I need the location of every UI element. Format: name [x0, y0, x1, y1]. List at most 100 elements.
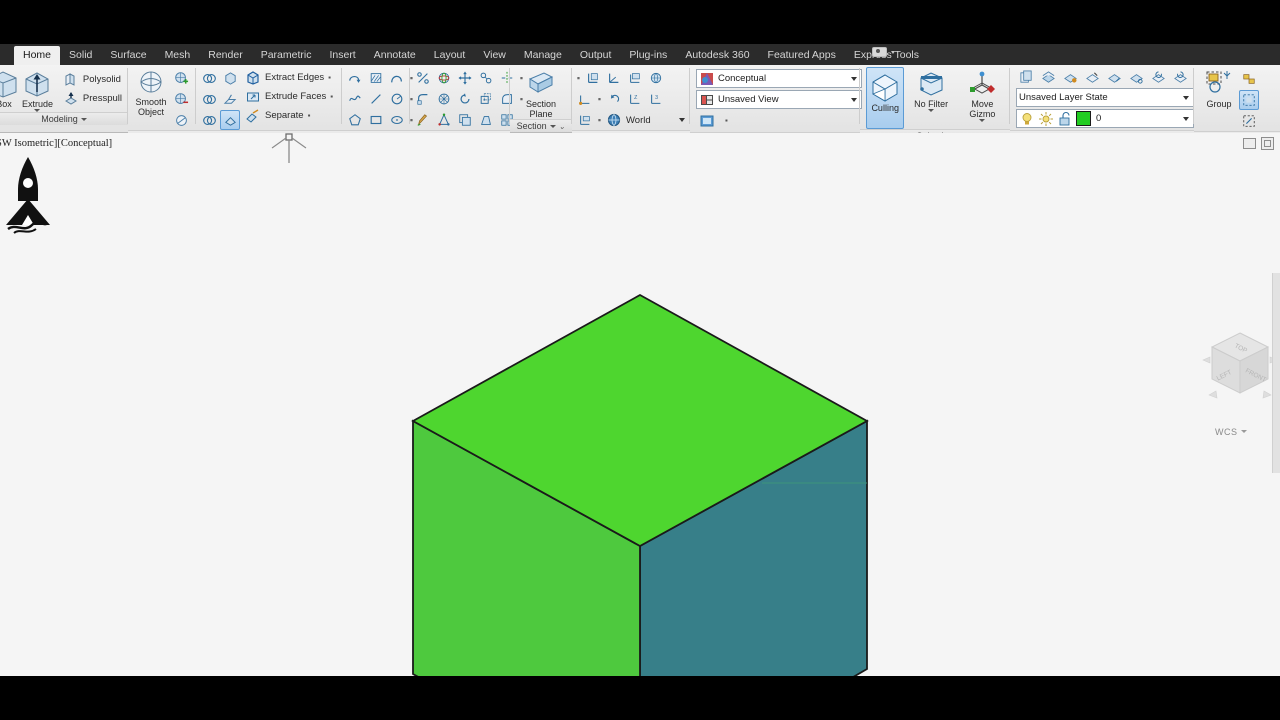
viewport-config-button[interactable]: Single viewport ▪	[696, 111, 862, 130]
layer-isolate-icon[interactable]	[1038, 67, 1058, 87]
smooth-less-icon[interactable]	[171, 89, 191, 109]
box-button[interactable]: Box	[0, 67, 19, 109]
drawing-canvas[interactable]: SW Isometric][Conceptual] TOP LEFT FRONT…	[0, 133, 1280, 676]
dropdown-dot-icon[interactable]: ▪	[725, 116, 728, 125]
circle-icon[interactable]	[387, 89, 407, 109]
current-layer-combo[interactable]: 0	[1016, 109, 1194, 128]
chevron-down-icon[interactable]	[678, 118, 685, 122]
polysolid-button[interactable]: Polysolid	[60, 70, 125, 89]
layer-match-icon[interactable]	[1126, 67, 1146, 87]
tab-layout[interactable]: Layout	[425, 46, 475, 65]
group-button[interactable]: Group	[1199, 67, 1239, 109]
chevron-down-icon[interactable]	[979, 119, 986, 122]
panel-caption-modeling[interactable]: Modeling	[0, 112, 128, 125]
tab-plugins[interactable]: Plug-ins	[620, 46, 676, 65]
section-plane-button[interactable]: Section Plane	[515, 67, 567, 119]
3d-scale-gizmo-icon[interactable]	[434, 110, 454, 130]
dropdown-dot-icon[interactable]: ▪	[328, 73, 331, 82]
solid-box-model[interactable]	[0, 133, 1280, 676]
tab-featured-apps[interactable]: Featured Apps	[759, 46, 845, 65]
rotate-icon[interactable]	[455, 89, 475, 109]
panel-caption-section[interactable]: Section ⌄	[510, 119, 572, 132]
ucs-face-icon[interactable]	[625, 68, 645, 88]
ucs-more-dot-icon[interactable]: ▪	[575, 73, 582, 83]
3d-rotate-icon[interactable]	[434, 68, 454, 88]
trim-icon[interactable]	[413, 68, 433, 88]
tab-autodesk-360[interactable]: Autodesk 360	[676, 46, 758, 65]
layer-properties-icon[interactable]	[1016, 67, 1036, 87]
extrude-button[interactable]: Extrude	[19, 67, 56, 112]
rectangle-icon[interactable]	[366, 110, 386, 130]
tab-home[interactable]: Home	[14, 46, 61, 65]
layer-make-current-icon[interactable]	[1104, 67, 1124, 87]
layer-turn-all-on-icon[interactable]	[1170, 67, 1190, 87]
subtract-icon[interactable]	[199, 89, 219, 109]
world-ucs-combo[interactable]: World	[604, 111, 688, 130]
separate-button[interactable]: Separate ▪	[242, 106, 336, 125]
ucs-view-icon[interactable]	[646, 68, 666, 88]
chevron-down-icon[interactable]	[549, 125, 556, 128]
chevron-down-icon[interactable]	[1183, 116, 1189, 121]
tab-manage[interactable]: Manage	[515, 46, 571, 65]
slice-icon[interactable]	[220, 110, 240, 130]
hatch-icon[interactable]	[366, 68, 386, 88]
tab-insert[interactable]: Insert	[320, 46, 364, 65]
fillet-edge-icon[interactable]	[413, 89, 433, 109]
intersect-icon[interactable]	[199, 110, 219, 130]
ucs-z-axis-icon[interactable]: Z	[625, 89, 645, 109]
tab-surface[interactable]: Surface	[101, 46, 155, 65]
dropdown-dot-icon[interactable]: ▪	[330, 92, 333, 101]
viewport-scrollbar[interactable]	[1272, 273, 1280, 473]
extract-edges-button[interactable]: Extract Edges ▪	[242, 68, 336, 87]
chevron-down-icon[interactable]	[1240, 430, 1247, 433]
ucs-origin-icon[interactable]	[575, 89, 595, 109]
ribbon-tab-extra[interactable]	[872, 47, 895, 57]
polyline-icon[interactable]	[345, 68, 365, 88]
group-edit-icon[interactable]	[1239, 111, 1259, 131]
panel-dialog-launcher-icon[interactable]: ⌄	[559, 122, 566, 131]
layer-off-icon[interactable]	[1082, 67, 1102, 87]
mesh-refine-icon[interactable]	[171, 110, 191, 130]
presspull-button[interactable]: Presspull	[60, 89, 125, 108]
ucs-more-dot-icon[interactable]: ▪	[596, 115, 603, 125]
layer-unisolate-icon[interactable]	[1148, 67, 1168, 87]
smooth-more-icon[interactable]	[171, 68, 191, 88]
chevron-down-icon[interactable]	[928, 109, 935, 112]
3d-array-icon[interactable]	[434, 89, 454, 109]
ucs-3point-icon[interactable]: 3	[646, 89, 666, 109]
chevron-down-icon[interactable]	[80, 118, 87, 121]
line-icon[interactable]	[366, 89, 386, 109]
chevron-down-icon[interactable]	[891, 50, 895, 54]
tab-output[interactable]: Output	[571, 46, 621, 65]
ellipse-icon[interactable]	[387, 110, 407, 130]
dropdown-dot-icon[interactable]: ▪	[308, 111, 311, 120]
tab-view[interactable]: View	[474, 46, 515, 65]
imprint-icon[interactable]	[220, 89, 240, 109]
layer-state-combo[interactable]: Unsaved Layer State	[1016, 88, 1194, 107]
tab-solid[interactable]: Solid	[60, 46, 101, 65]
tab-mesh[interactable]: Mesh	[156, 46, 200, 65]
chevron-down-icon[interactable]	[1183, 95, 1189, 100]
scale-icon[interactable]	[476, 89, 496, 109]
ungroup-icon[interactable]	[1239, 69, 1259, 89]
layer-color-swatch[interactable]	[1076, 111, 1091, 126]
union-icon[interactable]	[199, 68, 219, 88]
tab-annotate[interactable]: Annotate	[365, 46, 425, 65]
gizmo-button[interactable]: Move Gizmo	[958, 67, 1007, 122]
layer-freeze-icon[interactable]	[1060, 67, 1080, 87]
tab-render[interactable]: Render	[199, 46, 251, 65]
polygon-icon[interactable]	[345, 110, 365, 130]
chevron-down-icon[interactable]	[851, 76, 857, 81]
3d-move-icon[interactable]	[455, 68, 475, 88]
group-selection-on-icon[interactable]	[1239, 90, 1259, 110]
tab-parametric[interactable]: Parametric	[252, 46, 321, 65]
extrude-faces-button[interactable]: Extrude Faces ▪	[242, 87, 336, 106]
chevron-down-icon[interactable]	[851, 97, 857, 102]
ucs-manager-icon[interactable]	[575, 110, 595, 130]
ucs-more-dot-icon[interactable]: ▪	[596, 94, 603, 104]
spline-icon[interactable]	[345, 89, 365, 109]
view-cube[interactable]: TOP LEFT FRONT	[1195, 319, 1280, 419]
arc-icon[interactable]	[387, 68, 407, 88]
taper-faces-icon[interactable]	[476, 110, 496, 130]
3d-solid-edit-icon[interactable]	[455, 110, 475, 130]
